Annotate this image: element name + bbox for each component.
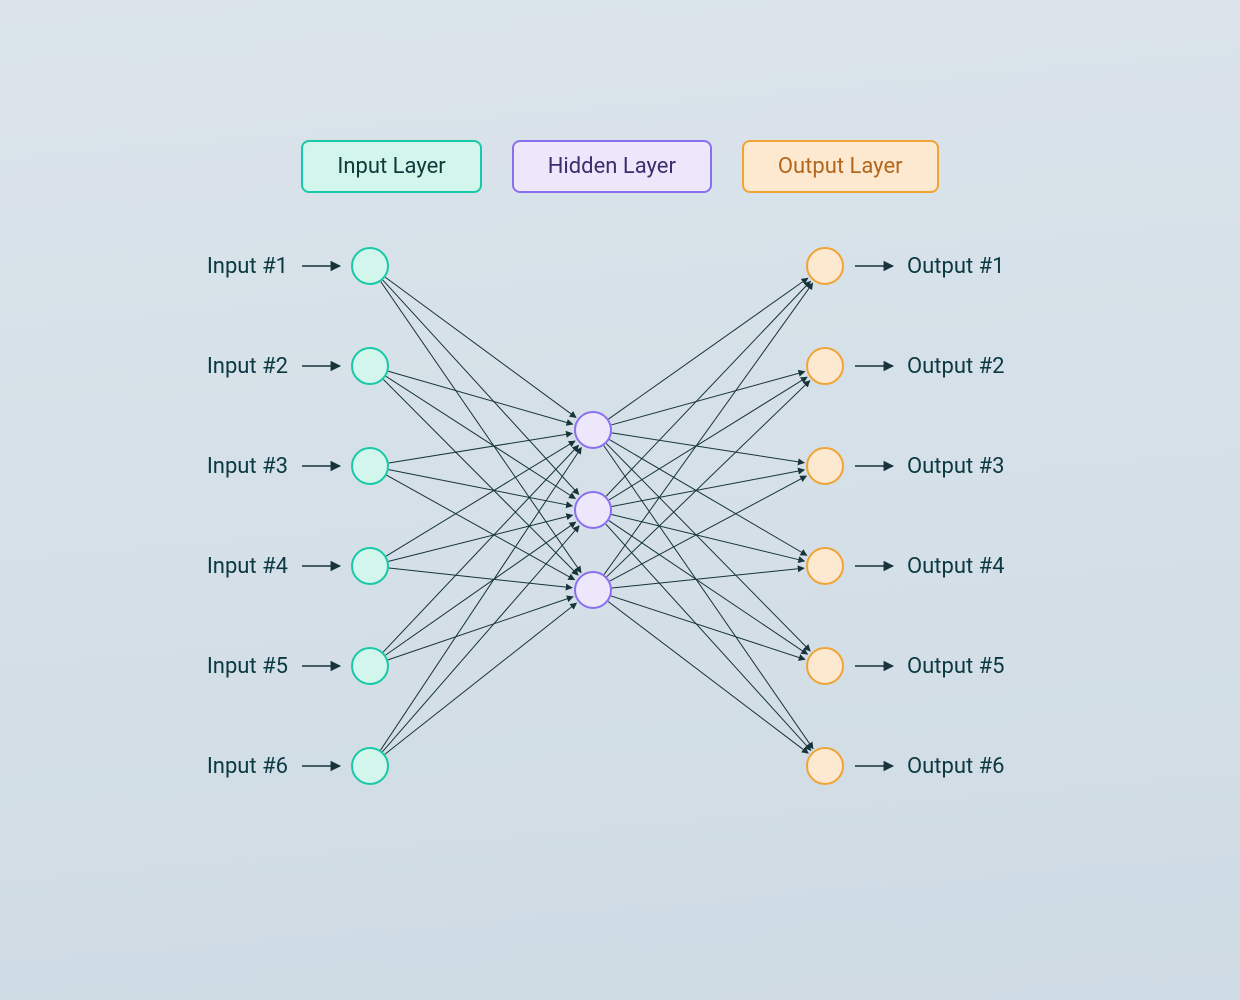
output-node-4 — [807, 548, 843, 584]
edge — [385, 603, 577, 754]
input-label-2: Input #2 — [207, 354, 288, 379]
edge — [381, 282, 581, 573]
edge — [382, 526, 579, 752]
input-label-6: Input #6 — [207, 754, 288, 779]
hidden-node-1 — [575, 412, 611, 448]
input-node-5 — [352, 648, 388, 684]
edge — [388, 371, 573, 424]
input-node-3 — [352, 448, 388, 484]
edge — [388, 597, 573, 660]
edge — [381, 447, 582, 750]
edge — [386, 441, 575, 556]
input-label-3: Input #3 — [207, 454, 288, 479]
edge — [389, 470, 573, 506]
edge — [608, 601, 808, 753]
edge — [383, 280, 579, 494]
output-label-2: Output #2 — [907, 354, 1005, 379]
output-label-6: Output #6 — [907, 754, 1005, 779]
edge — [611, 596, 805, 660]
edge — [610, 476, 807, 581]
hidden-node-2 — [575, 492, 611, 528]
edge — [609, 521, 808, 655]
edge — [611, 514, 804, 561]
edge — [611, 372, 804, 425]
edge — [612, 568, 804, 588]
output-node-5 — [807, 648, 843, 684]
input-node-2 — [352, 348, 388, 384]
output-label-1: Output #1 — [907, 254, 1005, 279]
edge — [383, 445, 579, 652]
edge — [604, 446, 813, 749]
input-node-1 — [352, 248, 388, 284]
input-label-1: Input #1 — [207, 254, 288, 279]
edge — [609, 377, 807, 500]
output-node-6 — [807, 748, 843, 784]
output-label-5: Output #5 — [907, 654, 1005, 679]
output-label-3: Output #3 — [907, 454, 1005, 479]
output-label-4: Output #4 — [907, 554, 1005, 579]
edge — [385, 277, 576, 417]
input-node-6 — [352, 748, 388, 784]
input-node-4 — [352, 548, 388, 584]
network-svg: Input #1 Input #2 Input #3 Input #4 Input #5… — [0, 0, 1240, 1000]
output-node-1 — [807, 248, 843, 284]
edge — [386, 522, 576, 655]
output-node-3 — [807, 448, 843, 484]
edge — [612, 470, 805, 507]
input-label-4: Input #4 — [207, 554, 288, 579]
edge — [604, 283, 813, 574]
edge — [606, 281, 810, 496]
output-node-2 — [807, 348, 843, 384]
edge — [606, 524, 811, 750]
input-label-5: Input #5 — [207, 654, 288, 679]
hidden-node-3 — [575, 572, 611, 608]
edge — [389, 568, 572, 588]
nodes-group — [352, 248, 843, 784]
